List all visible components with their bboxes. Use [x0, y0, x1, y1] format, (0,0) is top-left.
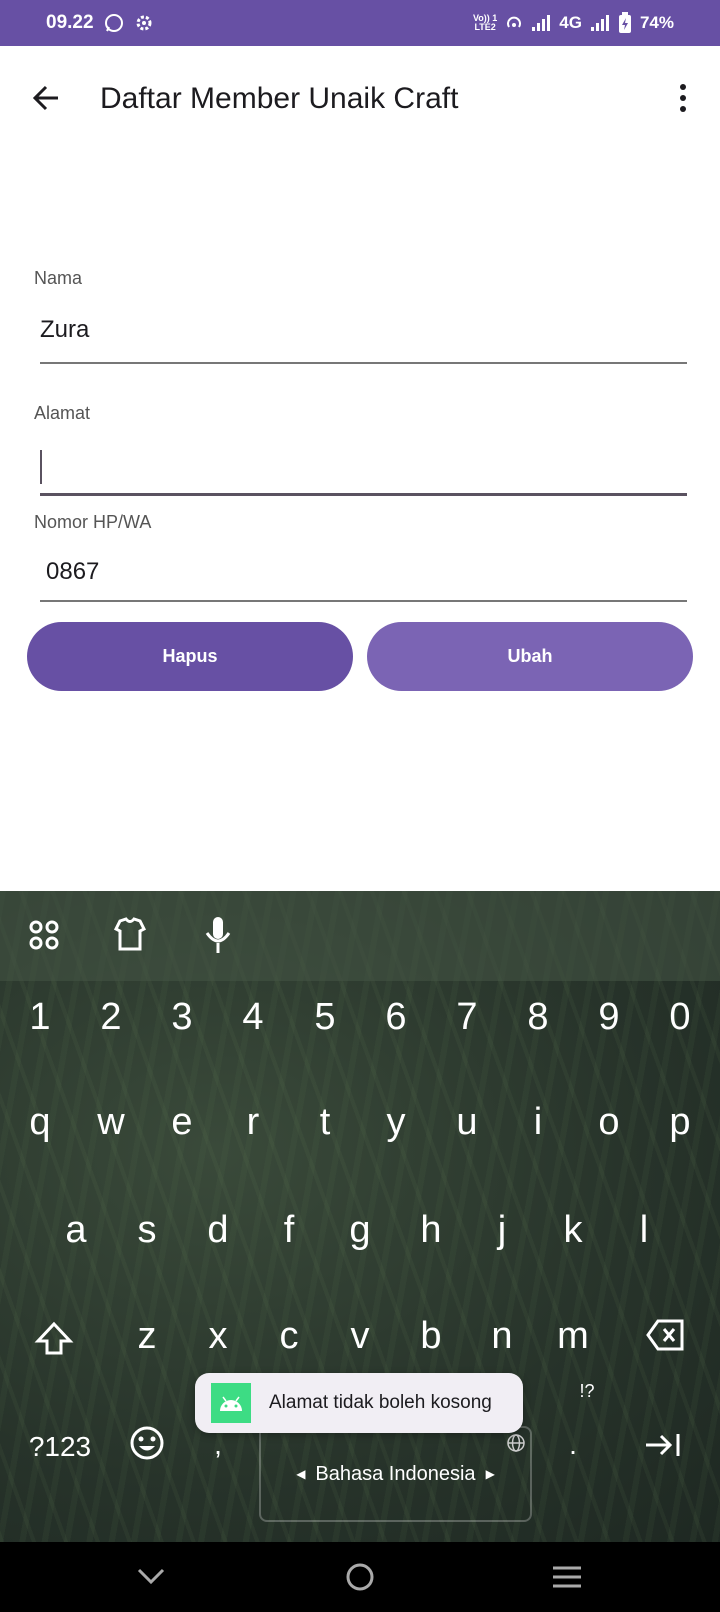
key-f[interactable]: f	[259, 1209, 319, 1252]
network-type: 4G	[559, 13, 582, 32]
key-c[interactable]: c	[259, 1315, 319, 1358]
key-y[interactable]: y	[366, 1101, 426, 1144]
nomor-underline	[40, 600, 687, 602]
key-9[interactable]: 9	[579, 996, 639, 1039]
app-bar: Daftar Member Unaik Craft	[0, 46, 720, 156]
key-x[interactable]: x	[188, 1315, 248, 1358]
symbols-key[interactable]: ?123	[20, 1431, 100, 1463]
key-v[interactable]: v	[330, 1315, 390, 1358]
period-key[interactable]: .	[543, 1429, 603, 1461]
key-k[interactable]: k	[543, 1209, 603, 1252]
signal-icon-2	[590, 15, 609, 31]
key-l[interactable]: l	[614, 1209, 674, 1252]
nama-label: Nama	[34, 268, 83, 288]
hotspot-icon	[507, 16, 522, 28]
navigation-bar	[0, 1542, 720, 1612]
spacebar[interactable]: ◀ Bahasa Indonesia ▶	[259, 1426, 532, 1522]
nav-down-icon[interactable]	[131, 1562, 171, 1592]
key-p[interactable]: p	[650, 1101, 710, 1144]
key-h[interactable]: h	[401, 1209, 461, 1252]
back-arrow-icon[interactable]	[28, 80, 64, 116]
next-field-icon[interactable]	[644, 1432, 682, 1458]
emoji-icon[interactable]	[129, 1425, 165, 1461]
key-0[interactable]: 0	[650, 996, 710, 1039]
battery-charging-icon	[618, 12, 631, 33]
nama-underline	[40, 362, 687, 364]
toast-text: Alamat tidak boleh kosong	[269, 1392, 492, 1413]
key-m[interactable]: m	[543, 1315, 603, 1358]
key-1[interactable]: 1	[10, 996, 70, 1039]
key-q[interactable]: q	[10, 1101, 70, 1144]
key-b[interactable]: b	[401, 1315, 461, 1358]
keyboard: 1 2 3 4 5 6 7 8 9 0 q w e r t y u i o p …	[0, 891, 720, 1542]
more-options-icon[interactable]	[668, 80, 698, 116]
key-w[interactable]: w	[81, 1101, 141, 1144]
text-cursor	[40, 450, 42, 484]
key-u[interactable]: u	[437, 1101, 497, 1144]
key-i[interactable]: i	[508, 1101, 568, 1144]
shift-icon[interactable]	[34, 1319, 74, 1359]
key-8[interactable]: 8	[508, 996, 568, 1039]
lang-prev-icon: ◀	[296, 1467, 306, 1481]
punct-hint: !?	[579, 1381, 595, 1401]
key-6[interactable]: 6	[366, 996, 426, 1039]
key-d[interactable]: d	[188, 1209, 248, 1252]
alamat-field[interactable]	[40, 440, 687, 496]
microphone-icon[interactable]	[198, 913, 238, 957]
apps-icon[interactable]	[24, 913, 64, 957]
nav-home-icon[interactable]	[340, 1562, 380, 1592]
signal-icon-1	[532, 15, 551, 31]
key-2[interactable]: 2	[81, 996, 141, 1039]
key-s[interactable]: s	[117, 1209, 177, 1252]
key-r[interactable]: r	[223, 1101, 283, 1144]
keyboard-toolbar	[0, 891, 720, 981]
volte-indicator: Vo)) 1 LTE2	[472, 13, 498, 32]
key-z[interactable]: z	[117, 1315, 177, 1358]
key-n[interactable]: n	[472, 1315, 532, 1358]
lang-next-icon: ▶	[485, 1467, 495, 1481]
nama-value: Zura	[40, 316, 90, 343]
toast-message: Alamat tidak boleh kosong	[195, 1373, 523, 1433]
spacebar-language: Bahasa Indonesia	[315, 1462, 476, 1485]
backspace-icon[interactable]	[646, 1317, 686, 1353]
whatsapp-icon	[104, 14, 123, 32]
theme-shirt-icon[interactable]	[110, 913, 150, 957]
settings-icon	[136, 15, 152, 31]
nomor-value: 0867	[46, 558, 100, 585]
key-g[interactable]: g	[330, 1209, 390, 1252]
status-time: 09.22	[46, 12, 94, 33]
alamat-underline	[40, 493, 687, 496]
ubah-button[interactable]: Ubah	[367, 622, 693, 691]
globe-icon	[507, 1434, 525, 1452]
status-bar: 09.22 Vo)) 1 LTE2 4G 74%	[0, 0, 720, 46]
key-j[interactable]: j	[472, 1209, 532, 1252]
battery-level: 74%	[639, 13, 674, 32]
alamat-label: Alamat	[34, 403, 91, 423]
nama-field[interactable]: Zura	[40, 316, 687, 364]
android-icon	[211, 1383, 251, 1423]
comma-key[interactable]: ,	[188, 1429, 248, 1461]
page-title: Daftar Member Unaik Craft	[100, 82, 459, 115]
key-a[interactable]: a	[46, 1209, 106, 1252]
key-o[interactable]: o	[579, 1101, 639, 1144]
key-5[interactable]: 5	[295, 996, 355, 1039]
nomor-label: Nomor HP/WA	[34, 512, 152, 532]
key-7[interactable]: 7	[437, 996, 497, 1039]
key-t[interactable]: t	[295, 1101, 355, 1144]
key-e[interactable]: e	[152, 1101, 212, 1144]
nomor-field[interactable]: 0867	[40, 558, 687, 602]
nav-menu-icon[interactable]	[547, 1562, 587, 1592]
key-4[interactable]: 4	[223, 996, 283, 1039]
key-3[interactable]: 3	[152, 996, 212, 1039]
hapus-button[interactable]: Hapus	[27, 622, 353, 691]
